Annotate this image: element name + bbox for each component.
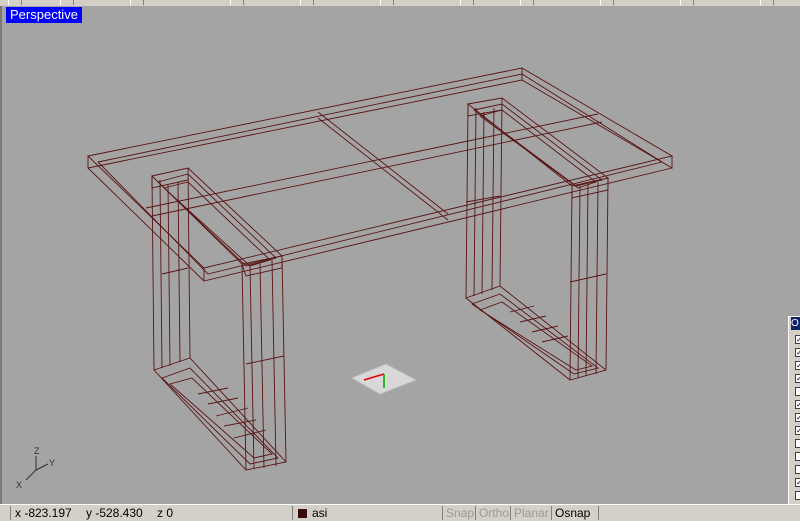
osnap-checkbox[interactable]: ✓ xyxy=(795,374,800,383)
axis-y-label: Y xyxy=(49,458,55,468)
osnap-checkbox[interactable] xyxy=(795,465,800,474)
osnap-checkbox[interactable]: ✓ xyxy=(795,335,800,344)
tabletop-wireframe xyxy=(87,67,674,282)
toolbar-button[interactable] xyxy=(230,0,244,5)
osnap-panel: O ✓ ✓ ✓ ✓ ✓ ✓ ✓ ✓ xyxy=(788,316,800,506)
status-z-coordinate: z 0 xyxy=(157,506,174,520)
right-leg-wireframe xyxy=(465,97,610,381)
origin-plane-marker xyxy=(350,363,418,395)
status-separator xyxy=(292,506,293,520)
toolbar-button[interactable] xyxy=(460,0,474,5)
toolbar-button[interactable] xyxy=(130,0,144,5)
toolbar-button[interactable] xyxy=(380,0,394,5)
osnap-checkbox[interactable] xyxy=(795,439,800,448)
toolbar-button[interactable] xyxy=(60,0,74,5)
osnap-checkbox[interactable]: ✓ xyxy=(795,400,800,409)
table-wireframe-model[interactable]: Z Y X xyxy=(2,6,800,504)
toolbar-button[interactable] xyxy=(8,0,22,5)
status-x-coordinate: x -823.197 xyxy=(15,506,72,520)
osnap-checkbox[interactable]: ✓ xyxy=(795,478,800,487)
toolbar-button[interactable] xyxy=(600,0,614,5)
toolbar-button[interactable] xyxy=(680,0,694,5)
axis-z-label: Z xyxy=(34,446,40,456)
viewport-title-perspective[interactable]: Perspective xyxy=(6,7,82,23)
world-axes-icon: Z Y X xyxy=(16,446,55,490)
osnap-toggle-button[interactable]: Osnap xyxy=(551,506,593,520)
osnap-checkbox[interactable]: ✓ xyxy=(795,348,800,357)
osnap-checkbox[interactable] xyxy=(795,387,800,396)
osnap-checkbox[interactable]: ✓ xyxy=(795,426,800,435)
perspective-viewport[interactable]: Z Y X Perspective xyxy=(0,6,800,504)
table-wireframe xyxy=(87,67,674,471)
ortho-toggle-button[interactable]: Ortho xyxy=(475,506,512,520)
toolbar-button[interactable] xyxy=(520,0,534,5)
left-leg-wireframe xyxy=(151,167,287,471)
status-current-layer[interactable]: asi xyxy=(312,506,327,520)
planar-toggle-button[interactable]: Planar xyxy=(510,506,552,520)
axis-x-label: X xyxy=(16,480,22,490)
toolbar-button[interactable] xyxy=(760,0,774,5)
toolbar-button[interactable] xyxy=(300,0,314,5)
snap-toggle-button[interactable]: Snap xyxy=(442,506,477,520)
osnap-checkbox[interactable]: ✓ xyxy=(795,413,800,422)
status-bar: x -823.197 y -528.430 z 0 asi Snap Ortho… xyxy=(0,504,800,521)
status-y-coordinate: y -528.430 xyxy=(86,506,143,520)
osnap-checkbox[interactable] xyxy=(795,491,800,500)
status-separator xyxy=(598,506,599,520)
layer-color-swatch xyxy=(298,509,307,518)
status-separator xyxy=(10,506,11,520)
osnap-checkbox[interactable]: ✓ xyxy=(795,361,800,370)
osnap-panel-title[interactable]: O xyxy=(791,317,800,330)
osnap-checkbox[interactable] xyxy=(795,452,800,461)
